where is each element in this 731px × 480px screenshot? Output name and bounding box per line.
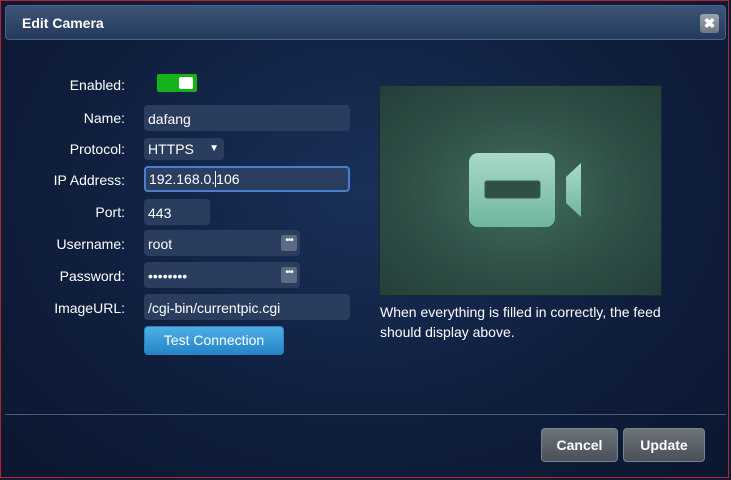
- close-icon[interactable]: ✖: [700, 14, 719, 33]
- more-dots-icon[interactable]: •••: [281, 235, 297, 251]
- port-field[interactable]: 443: [144, 199, 210, 225]
- dialog-titlebar[interactable]: Edit Camera ✖: [5, 5, 726, 40]
- enabled-toggle[interactable]: [157, 74, 197, 92]
- password-value: ••••••••: [148, 268, 188, 284]
- password-label: Password:: [59, 268, 125, 284]
- protocol-value: HTTPS: [148, 141, 194, 157]
- enabled-label: Enabled:: [69, 77, 125, 93]
- ip-address-label: IP Address:: [53, 172, 125, 188]
- camera-preview: [379, 85, 662, 296]
- password-field[interactable]: •••••••• •••: [144, 262, 300, 288]
- video-camera-icon: [469, 153, 581, 227]
- name-field[interactable]: dafang: [144, 105, 350, 131]
- edit-camera-dialog: Edit Camera ✖ Enabled: Name: dafang Prot…: [0, 0, 729, 478]
- ip-text-after-caret: 106: [216, 171, 240, 187]
- footer-divider: [5, 414, 726, 415]
- protocol-select[interactable]: HTTPS ▼: [144, 138, 224, 160]
- image-url-field[interactable]: /cgi-bin/currentpic.cgi: [144, 294, 350, 320]
- port-label: Port:: [95, 204, 125, 220]
- update-button[interactable]: Update: [623, 428, 705, 462]
- dialog-title: Edit Camera: [22, 15, 104, 31]
- test-connection-button[interactable]: Test Connection: [144, 326, 284, 355]
- ip-address-field[interactable]: 192.168.0.106: [144, 166, 350, 192]
- username-field[interactable]: root •••: [144, 230, 300, 256]
- protocol-label: Protocol:: [69, 141, 125, 157]
- name-label: Name:: [83, 110, 125, 126]
- toggle-knob: [179, 77, 193, 89]
- preview-help-text: When everything is filled in correctly, …: [380, 304, 661, 340]
- dropdown-arrow-icon: ▼: [209, 143, 219, 154]
- image-url-label: ImageURL:: [54, 300, 125, 316]
- username-label: Username:: [56, 236, 125, 252]
- more-dots-icon[interactable]: •••: [281, 267, 297, 283]
- username-value: root: [148, 236, 173, 252]
- ip-text-before-caret: 192.168.0.: [149, 171, 216, 187]
- cancel-button[interactable]: Cancel: [541, 428, 618, 462]
